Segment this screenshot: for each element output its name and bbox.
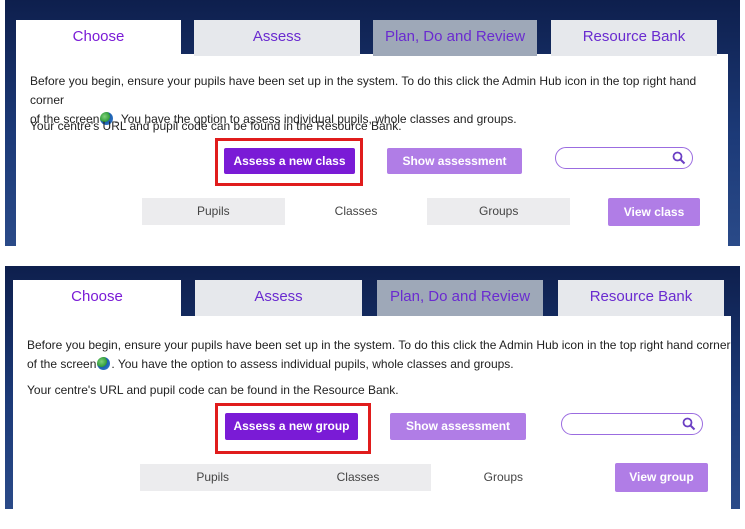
segment-classes[interactable]: Classes — [284, 198, 428, 225]
show-assessment-button[interactable]: Show assessment — [390, 413, 526, 440]
show-assessment-button[interactable]: Show assessment — [387, 148, 522, 174]
url-note: Your centre's URL and pupil code can be … — [30, 119, 402, 133]
view-mode-selector: Pupils Classes Groups — [142, 198, 570, 225]
tab-resource-bank[interactable]: Resource Bank — [558, 280, 724, 316]
tab-choose[interactable]: Choose — [13, 280, 181, 316]
url-note: Your centre's URL and pupil code can be … — [27, 383, 399, 397]
tab-plan-do-review[interactable]: Plan, Do and Review — [377, 280, 543, 316]
segment-groups[interactable]: Groups — [430, 464, 576, 491]
search-input[interactable] — [555, 147, 693, 169]
view-mode-selector: Pupils Classes Groups — [140, 464, 576, 491]
segment-pupils[interactable]: Pupils — [142, 198, 285, 225]
tab-plan-do-review[interactable]: Plan, Do and Review — [373, 20, 537, 56]
search-icon[interactable] — [672, 151, 686, 165]
view-group-button[interactable]: View group — [615, 463, 708, 492]
search-icon[interactable] — [682, 417, 696, 431]
segment-groups[interactable]: Groups — [427, 198, 570, 225]
tab-assess[interactable]: Assess — [195, 280, 362, 316]
screenshot-panel-class: Choose Assess Plan, Do and Review Resour… — [5, 0, 740, 246]
admin-hub-globe-icon — [97, 357, 111, 370]
assess-new-class-button[interactable]: Assess a new class — [224, 148, 355, 174]
intro-text: Before you begin, ensure your pupils hav… — [27, 338, 731, 371]
tab-resource-bank[interactable]: Resource Bank — [551, 20, 717, 56]
search-input[interactable] — [561, 413, 703, 435]
tab-assess[interactable]: Assess — [194, 20, 360, 56]
segment-classes[interactable]: Classes — [285, 464, 430, 491]
tab-choose[interactable]: Choose — [16, 20, 181, 56]
screenshot-panel-group: Choose Assess Plan, Do and Review Resour… — [5, 266, 740, 509]
view-class-button[interactable]: View class — [608, 198, 700, 226]
assess-new-group-button[interactable]: Assess a new group — [225, 413, 358, 440]
segment-pupils[interactable]: Pupils — [140, 464, 285, 491]
